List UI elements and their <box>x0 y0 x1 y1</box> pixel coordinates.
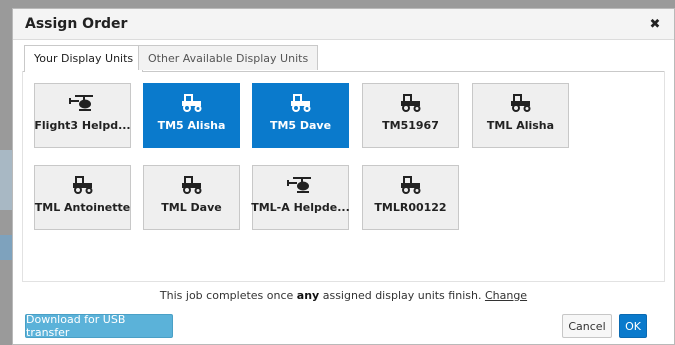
tractor-icon <box>180 94 204 112</box>
unit-label: TML Antoinette <box>34 201 131 214</box>
close-icon[interactable]: ✖ <box>648 17 662 32</box>
unit-tile-tml-a-helpde[interactable]: TML-A Helpde... <box>251 165 350 230</box>
completion-note: This job completes once any assigned dis… <box>13 289 674 302</box>
unit-label: TMLR00122 <box>374 201 447 214</box>
unit-label: TML Dave <box>161 201 222 214</box>
cancel-button[interactable]: Cancel <box>562 314 612 338</box>
tractor-icon <box>509 94 533 112</box>
unit-label: TML-A Helpde... <box>251 201 350 214</box>
helicopter-icon <box>68 94 97 112</box>
tractor-icon <box>399 176 423 194</box>
unit-label: TM5 Dave <box>269 119 332 132</box>
dialog-title-bar: Assign Order ✖ <box>13 9 674 40</box>
helicopter-icon <box>286 176 315 194</box>
unit-label: TML Alisha <box>486 119 555 132</box>
dialog-title: Assign Order <box>25 16 128 32</box>
unit-tile-tmlr00122[interactable]: TMLR00122 <box>362 165 459 230</box>
unit-tile-tml-alisha[interactable]: TML Alisha <box>472 83 569 148</box>
completion-note-prefix: This job completes once <box>159 289 294 302</box>
background-edge <box>0 150 12 210</box>
tractor-icon <box>399 94 423 112</box>
display-units-grid: Flight3 Helpd... TM5 Alisha TM5 Dave TM5… <box>22 71 665 282</box>
unit-label: TM51967 <box>382 119 439 132</box>
unit-tile-tm5-alisha[interactable]: TM5 Alisha <box>143 83 240 148</box>
unit-tile-tm5-dave[interactable]: TM5 Dave <box>252 83 349 148</box>
tab-other-available-display-units[interactable]: Other Available Display Units <box>138 45 319 70</box>
assign-order-dialog: Assign Order ✖ Your Display Units Other … <box>12 8 675 345</box>
tab-your-display-units[interactable]: Your Display Units <box>24 45 144 72</box>
tractor-icon <box>71 176 95 194</box>
tab-bar: Your Display Units Other Available Displ… <box>22 45 665 72</box>
tractor-icon <box>289 94 313 112</box>
unit-label: Flight3 Helpd... <box>34 119 131 132</box>
ok-button[interactable]: OK <box>619 314 647 338</box>
unit-tile-tml-dave[interactable]: TML Dave <box>143 165 240 230</box>
background-edge <box>0 235 12 260</box>
tractor-icon <box>180 176 204 194</box>
unit-tile-flight3-helpd[interactable]: Flight3 Helpd... <box>34 83 131 148</box>
unit-label: TM5 Alisha <box>157 119 226 132</box>
unit-tile-tml-antoinette[interactable]: TML Antoinette <box>34 165 131 230</box>
change-link[interactable]: Change <box>485 289 527 302</box>
completion-note-emphasis: any <box>296 289 320 302</box>
completion-note-suffix: assigned display units finish. <box>322 289 482 302</box>
unit-tile-tm51967[interactable]: TM51967 <box>362 83 459 148</box>
download-usb-button[interactable]: Download for USB transfer <box>25 313 173 339</box>
